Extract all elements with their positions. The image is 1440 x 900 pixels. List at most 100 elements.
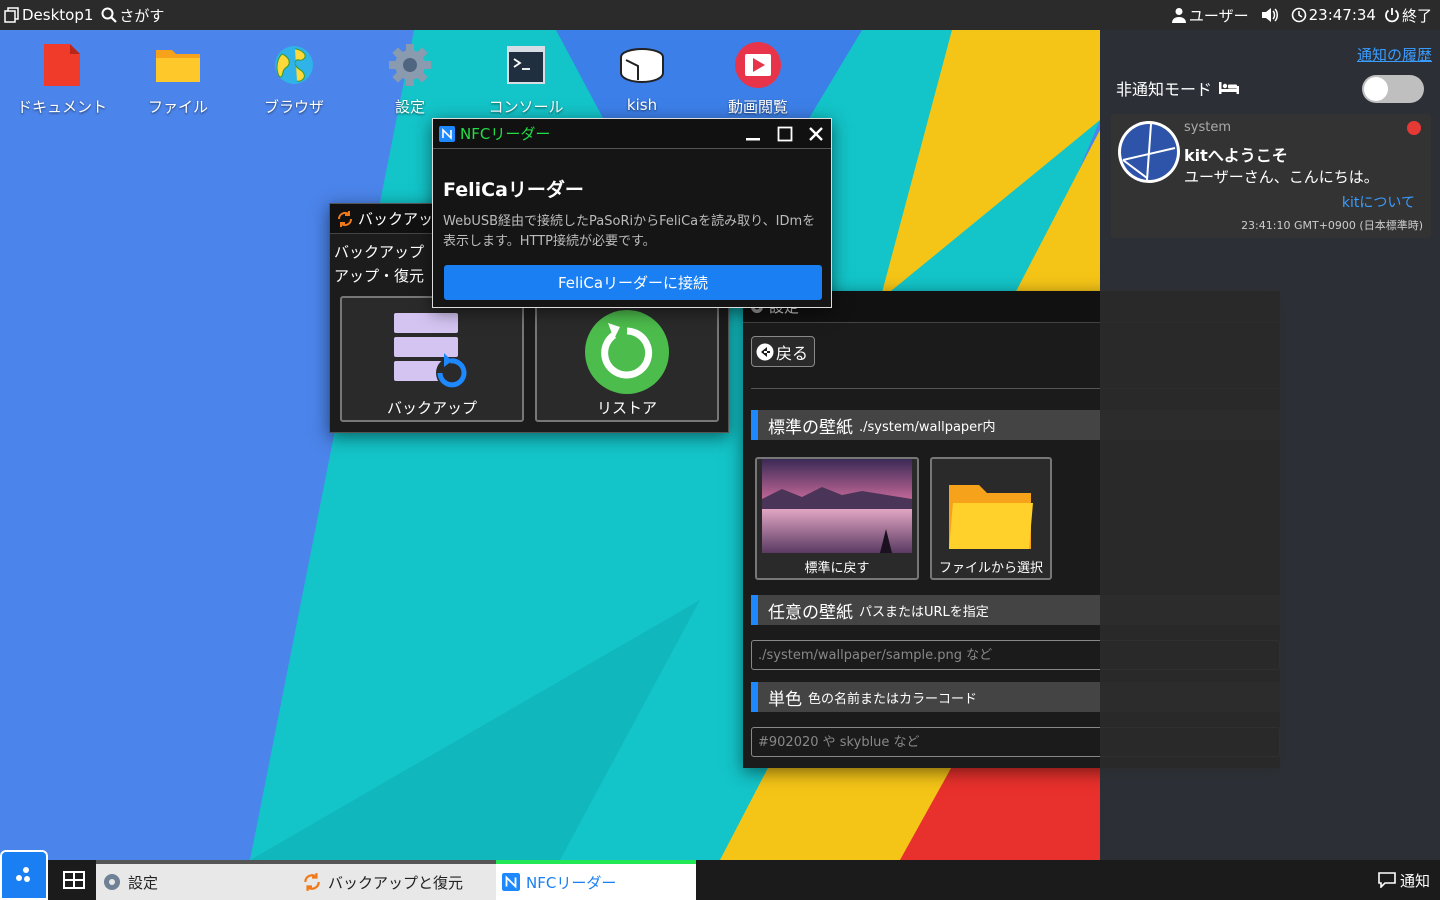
choose-file-wallpaper-button[interactable]: ファイルから選択	[930, 457, 1052, 580]
nfc-window-titlebar[interactable]: NFCリーダー	[433, 119, 831, 149]
bed-icon	[1219, 82, 1240, 94]
back-button[interactable]: 戻る	[751, 336, 815, 367]
search-button[interactable]: さがす	[97, 0, 168, 30]
dnd-toggle-switch[interactable]	[1362, 75, 1424, 103]
desktop-icon-label: ドキュメント	[16, 98, 107, 116]
desktop-icon-label: ファイル	[147, 98, 208, 116]
search-icon	[101, 7, 118, 23]
power-icon	[1385, 8, 1399, 23]
minimize-icon[interactable]	[745, 126, 761, 142]
notification-body: ユーザーさん、こんにちは。	[1184, 168, 1379, 186]
task-settings[interactable]: 設定	[96, 860, 296, 900]
desktop-icon-label: コンソール	[488, 98, 564, 116]
desktop-switcher[interactable]: Desktop1	[0, 0, 97, 30]
notify-label: 通知	[1399, 871, 1430, 890]
task-backup[interactable]: バックアップと復元	[296, 860, 496, 900]
terminal-icon	[507, 46, 545, 84]
task-label: バックアップと復元	[328, 873, 464, 892]
kish-icon	[620, 48, 664, 84]
grid-icon	[63, 871, 85, 889]
chat-bubble-icon	[1378, 872, 1396, 888]
desktop-icon-files[interactable]: ファイル	[120, 40, 236, 117]
section-title: 単色	[768, 689, 802, 710]
sync-icon	[304, 873, 320, 891]
section-subtitle: 色の名前またはカラーコード	[808, 691, 978, 707]
restore-default-label: 標準に戻す	[804, 561, 870, 576]
restore-button[interactable]: リストア	[535, 296, 719, 422]
start-button[interactable]	[0, 850, 48, 900]
nfc-heading: FeliCaリーダー	[443, 179, 584, 201]
desktop-icon-video[interactable]: 動画閲覧	[700, 40, 816, 117]
section-subtitle: ./system/wallpaper内	[859, 419, 996, 435]
power-button[interactable]: 終了	[1380, 0, 1440, 30]
desktop-icon-kish[interactable]: kish	[584, 40, 700, 114]
backup-button[interactable]: バックアップ	[340, 296, 524, 422]
folder-icon	[949, 485, 1033, 549]
close-icon[interactable]	[809, 126, 823, 141]
clock-icon	[1291, 7, 1306, 23]
notification-history-link[interactable]: 通知の履歴	[1357, 44, 1432, 65]
desktop-icon-label: ブラウザ	[263, 98, 324, 116]
dnd-label: 非通知モード	[1116, 80, 1213, 99]
kit-logo-icon	[1118, 121, 1180, 183]
desktop-icon-label: kish	[626, 96, 658, 114]
document-icon	[44, 44, 80, 86]
clock-time: 23:47:34	[1308, 6, 1376, 24]
desktop-icon-browser[interactable]: ブラウザ	[236, 40, 352, 117]
section-title: 任意の壁紙	[768, 602, 853, 623]
restore-button-label: リストア	[596, 399, 657, 417]
taskbar: 設定 バックアップと復元 NFCリーダー 通知	[0, 850, 1440, 900]
nfc-icon	[502, 873, 520, 891]
notification-card[interactable]: system kitへようこそ ユーザーさん、こんにちは。 kitについて 23…	[1111, 114, 1431, 238]
desktop-icon-console[interactable]: コンソール	[468, 40, 584, 117]
backup-button-label: バックアップ	[386, 399, 477, 417]
desktop-icon-label: 動画閲覧	[727, 98, 788, 116]
nfc-reader-window: NFCリーダー FeliCaリーダー WebUSB経由で接続したPaSoRiから…	[432, 118, 832, 308]
power-label: 終了	[1401, 6, 1432, 25]
notification-source: system	[1184, 120, 1231, 135]
felica-connect-button[interactable]: FeliCaリーダーに接続	[444, 265, 822, 300]
gear-icon	[389, 44, 431, 86]
user-icon	[1171, 8, 1186, 23]
top-bar: Desktop1 さがす ユーザー 23:47:34 終了	[0, 0, 1440, 30]
arrow-left-circle-icon	[756, 343, 774, 360]
database-backup-icon	[394, 313, 468, 389]
section-subtitle: パスまたはURLを指定	[859, 604, 989, 620]
task-nfc-reader[interactable]: NFCリーダー	[496, 860, 696, 900]
folder-icon	[156, 50, 200, 82]
task-label: NFCリーダー	[526, 873, 617, 892]
back-label: 戻る	[776, 343, 809, 363]
apps-icon	[16, 867, 30, 882]
notification-panel: 通知の履歴 非通知モード system kitへようこそ ユーザーさん、こんにち…	[1100, 30, 1440, 860]
window-overview-button[interactable]	[52, 860, 96, 900]
desktop-icon-document[interactable]: ドキュメント	[4, 40, 120, 117]
notification-close-dot[interactable]	[1407, 121, 1421, 135]
nfc-icon	[439, 125, 455, 142]
do-not-disturb-row: 非通知モード	[1116, 76, 1240, 100]
restore-icon	[585, 310, 669, 394]
copy-icon	[4, 7, 19, 23]
notification-button[interactable]: 通知	[1378, 860, 1430, 900]
notification-link[interactable]: kitについて	[1342, 192, 1415, 212]
volume-button[interactable]	[1253, 0, 1287, 30]
user-button[interactable]: ユーザー	[1167, 0, 1253, 30]
sync-icon	[337, 210, 353, 227]
nfc-window-title: NFCリーダー	[460, 125, 551, 143]
nfc-description: WebUSB経由で接続したPaSoRiからFeliCaを読み取り、IDmを表示し…	[443, 214, 816, 249]
video-play-icon	[735, 42, 781, 88]
notification-title: kitへようこそ	[1184, 146, 1288, 165]
maximize-icon[interactable]	[777, 126, 793, 142]
task-label: 設定	[128, 873, 159, 892]
desktop-icon-settings[interactable]: 設定	[352, 40, 468, 117]
clock[interactable]: 23:47:34	[1287, 0, 1380, 30]
wallpaper-thumbnail	[762, 459, 912, 553]
desktop-icon-label: 設定	[394, 98, 425, 116]
section-title: 標準の壁紙	[768, 417, 853, 438]
globe-icon	[275, 46, 313, 84]
volume-icon	[1261, 8, 1278, 22]
user-label: ユーザー	[1188, 6, 1249, 25]
gear-icon	[104, 874, 120, 890]
restore-default-wallpaper-button[interactable]: 標準に戻す	[755, 457, 919, 580]
notification-timestamp: 23:41:10 GMT+0900 (日本標準時)	[1241, 219, 1423, 232]
desktop-label: Desktop1	[22, 6, 94, 24]
